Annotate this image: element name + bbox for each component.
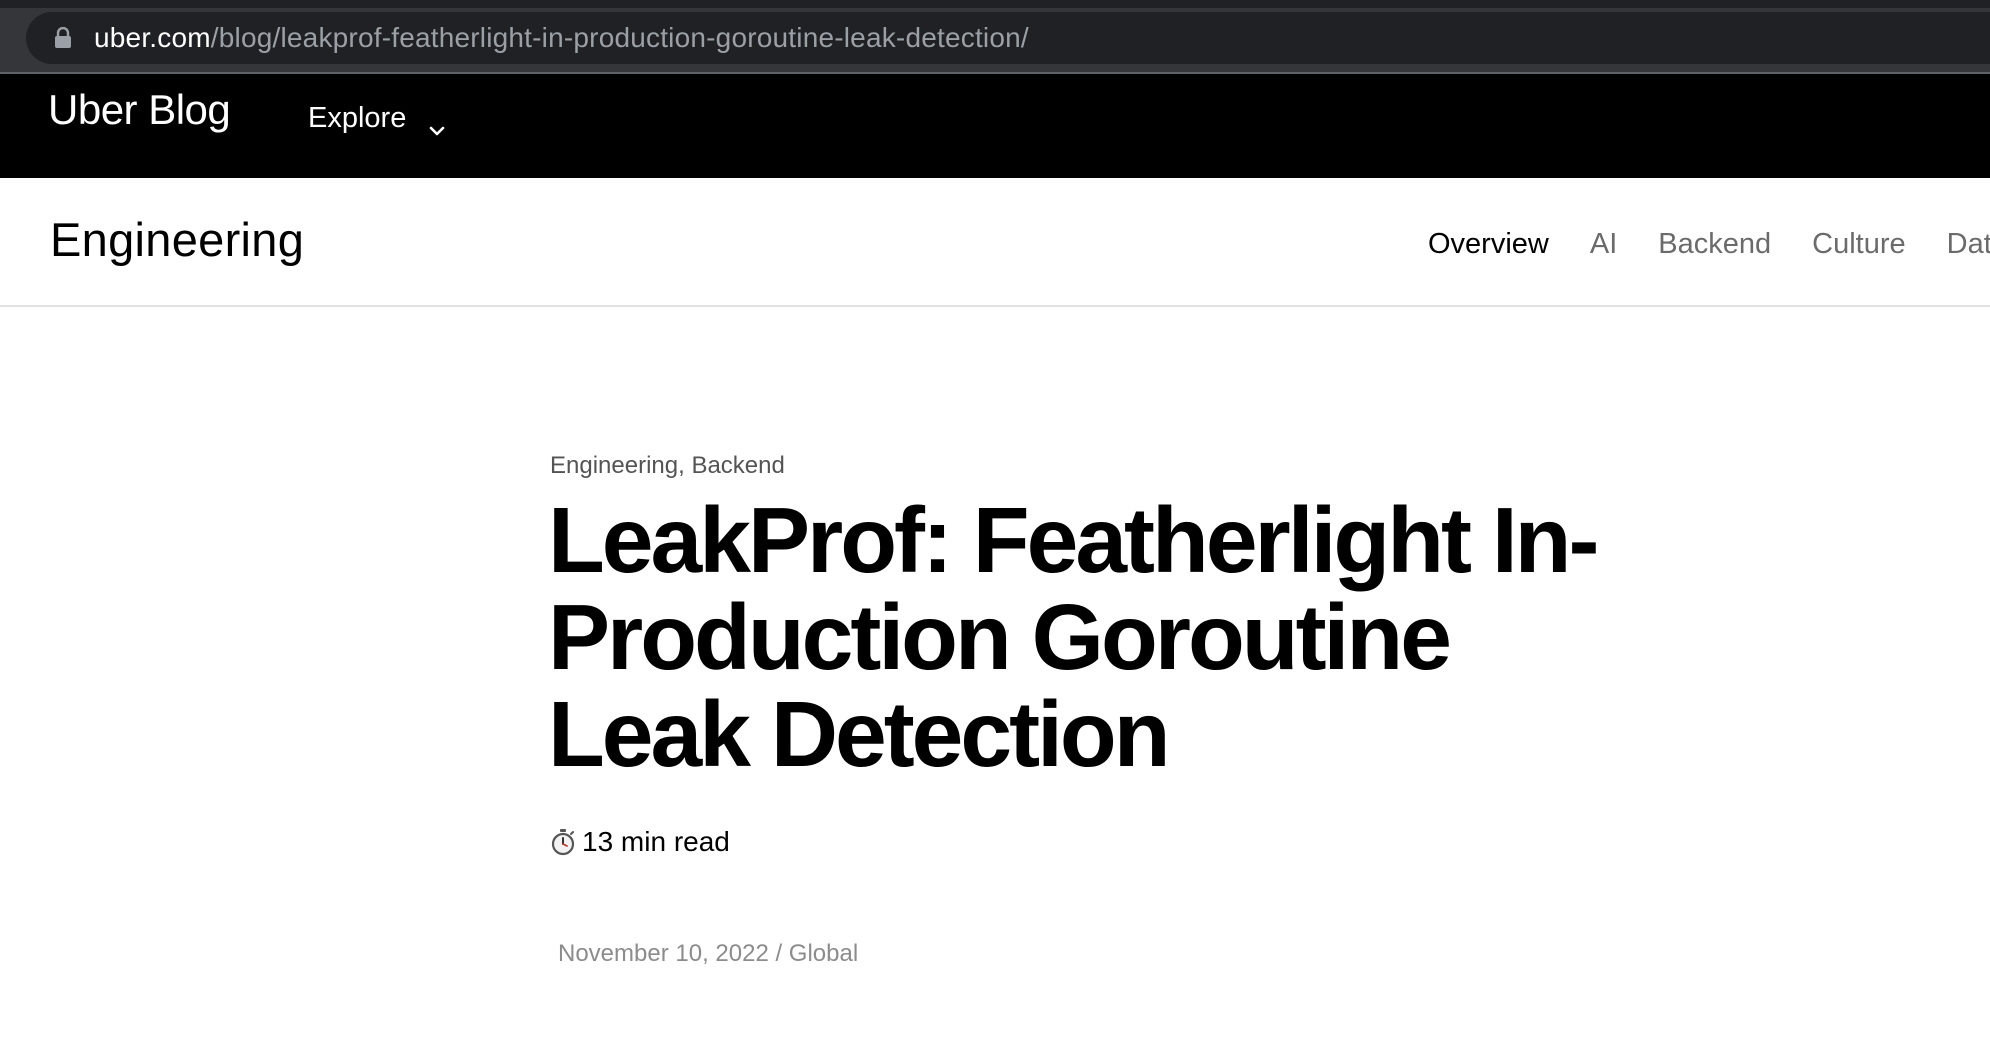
stopwatch-icon	[550, 828, 576, 856]
url-text[interactable]: uber.com/blog/leakprof-featherlight-in-p…	[94, 22, 1029, 54]
section-nav: Overview AI Backend Culture Data	[1428, 224, 1990, 264]
browser-top-strip	[0, 0, 1990, 8]
read-time-label: 13 min read	[582, 826, 730, 857]
section-header: Engineering Overview AI Backend Culture …	[0, 178, 1990, 307]
nav-item-ai[interactable]: AI	[1590, 228, 1617, 261]
category-link-engineering[interactable]: Engineering	[550, 452, 678, 479]
chevron-down-icon	[428, 112, 446, 136]
brand-logo[interactable]: Uber Blog	[48, 86, 231, 134]
section-title[interactable]: Engineering	[50, 212, 304, 267]
site-header: Uber Blog Explore	[0, 74, 1990, 178]
explore-menu-button[interactable]: Explore	[308, 96, 446, 140]
publish-date: November 10, 2022 / Global	[558, 940, 859, 967]
article-categories: Engineering, Backend	[550, 452, 785, 480]
article-title: LeakProf: Featherlight In-Production Gor…	[548, 488, 1599, 786]
nav-item-backend[interactable]: Backend	[1658, 228, 1771, 261]
browser-toolbar: uber.com/blog/leakprof-featherlight-in-p…	[0, 0, 1990, 72]
url-path: /blog/leakprof-featherlight-in-productio…	[210, 22, 1029, 53]
explore-label: Explore	[308, 101, 407, 134]
category-separator: ,	[678, 452, 692, 479]
nav-item-culture[interactable]: Culture	[1812, 228, 1906, 261]
lock-icon[interactable]	[54, 26, 72, 49]
category-link-backend[interactable]: Backend	[691, 452, 784, 479]
url-host: uber.com	[94, 22, 211, 53]
read-time: 13 min read	[550, 824, 730, 860]
nav-item-data[interactable]: Data	[1947, 228, 1990, 261]
address-bar[interactable]: uber.com/blog/leakprof-featherlight-in-p…	[26, 12, 1990, 64]
nav-item-overview[interactable]: Overview	[1428, 228, 1549, 261]
